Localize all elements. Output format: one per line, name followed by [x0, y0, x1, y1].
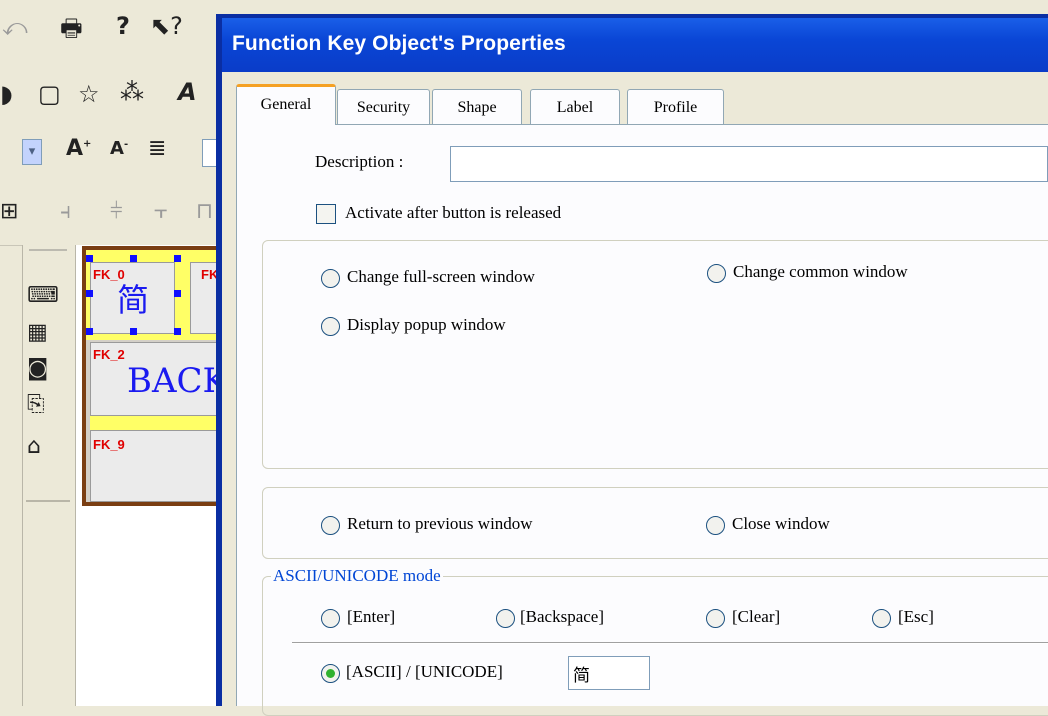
font-size-dropdown-icon[interactable]: ▾: [22, 139, 42, 165]
resize-handle[interactable]: [86, 328, 93, 335]
ascii-unicode-group: [262, 576, 1048, 716]
star-tool-icon[interactable]: ☆: [78, 82, 100, 106]
object-toolbox: [22, 245, 76, 706]
main-toolbar-row-2: ◗ ▢ ☆ ⁂ A: [0, 60, 222, 123]
tab-label: General: [260, 96, 312, 113]
tab-shape[interactable]: Shape: [432, 89, 522, 125]
return-previous-label: Return to previous window: [347, 514, 533, 533]
fk-key-label: FK_9: [93, 437, 125, 452]
align-left-edge-icon[interactable]: ⫞: [60, 201, 71, 223]
window-preview[interactable]: FK_0 简 FK_1 FK_2 BACK FK_9: [82, 246, 233, 506]
resize-handle[interactable]: [130, 255, 137, 262]
tab-security[interactable]: Security: [337, 89, 430, 125]
align-left-icon[interactable]: ≣: [148, 138, 166, 160]
change-common-label: Change common window: [733, 262, 908, 281]
burst-tool-icon[interactable]: ⁂: [120, 80, 144, 104]
resize-handle[interactable]: [130, 328, 137, 335]
help-icon[interactable]: ?: [116, 14, 130, 38]
font-shrink-icon[interactable]: A-: [110, 140, 128, 158]
print-object-icon[interactable]: ⌂: [27, 434, 41, 459]
change-fullscreen-label: Change full-screen window: [347, 267, 535, 286]
fk-key-9[interactable]: FK_9: [90, 430, 230, 502]
tab-label[interactable]: Label: [530, 89, 620, 125]
tab-profile[interactable]: Profile: [627, 89, 724, 125]
shape-tool-icon[interactable]: ◗: [0, 82, 13, 106]
tab-general[interactable]: General: [236, 84, 336, 125]
display-popup-radio[interactable]: [321, 317, 340, 336]
activate-after-release-label: Activate after button is released: [345, 203, 562, 222]
fk-key-2[interactable]: FK_2 BACK: [90, 342, 230, 416]
tab-label: Shape: [457, 99, 497, 116]
description-label: Description :: [315, 152, 404, 171]
enter-key-label: [Enter]: [347, 607, 396, 626]
activate-after-release-checkbox[interactable]: [316, 204, 336, 224]
tab-label: Profile: [653, 99, 698, 116]
text-tool-icon[interactable]: A: [178, 80, 197, 104]
fk-key-0[interactable]: FK_0 简: [90, 262, 175, 334]
font-grow-icon[interactable]: A+: [66, 138, 91, 160]
align-center-icon[interactable]: ⫩: [110, 201, 123, 223]
main-toolbar-row-1: ⤺ 🖶 ? ⬉?: [0, 0, 222, 61]
change-fullscreen-radio[interactable]: [321, 269, 340, 288]
fk-key-text: 简: [117, 281, 150, 319]
tab-label: Label: [556, 99, 594, 116]
fk-key-text: BACK: [127, 361, 228, 401]
return-previous-radio[interactable]: [321, 516, 340, 535]
rectangle-tool-icon[interactable]: ▢: [38, 82, 61, 106]
table-object-icon[interactable]: ▦: [27, 320, 48, 345]
esc-key-label: [Esc]: [898, 607, 934, 626]
fk-key-label: FK_2: [93, 347, 125, 362]
description-input[interactable]: [450, 146, 1048, 182]
main-toolbar-row-3: ▾ A+ A- ≣: [0, 122, 222, 183]
undo-icon[interactable]: ⤺: [2, 15, 28, 39]
ascii-unicode-legend: ASCII/UNICODE mode: [271, 566, 443, 586]
unicode-char-input[interactable]: [568, 656, 650, 690]
display-popup-label: Display popup window: [347, 315, 506, 334]
main-toolbar-row-4: ⊞ ⫞ ⫩ ⫟ ⊓: [0, 182, 222, 246]
backspace-key-label: [Backspace]: [520, 607, 605, 626]
toolbox-divider: [26, 500, 70, 502]
ascii-group-separator: [292, 642, 1048, 644]
resize-handle[interactable]: [86, 290, 93, 297]
align-right-edge-icon[interactable]: ⫟: [154, 201, 167, 223]
data-transfer-icon[interactable]: ⎘: [27, 392, 45, 417]
print-icon[interactable]: 🖶: [60, 16, 83, 40]
distribute-icon[interactable]: ⊓: [196, 201, 213, 223]
ascii-unicode-radio[interactable]: [321, 664, 340, 683]
clear-key-label: [Clear]: [732, 607, 781, 626]
ascii-unicode-label: [ASCII] / [UNICODE]: [346, 662, 503, 681]
recipe-object-icon[interactable]: ◙: [27, 356, 48, 381]
resize-handle[interactable]: [174, 290, 181, 297]
resize-handle[interactable]: [174, 328, 181, 335]
enter-key-radio[interactable]: [321, 609, 340, 628]
resize-handle[interactable]: [174, 255, 181, 262]
dialog-title-bar[interactable]: Function Key Object's Properties: [222, 18, 1048, 72]
close-window-radio[interactable]: [706, 516, 725, 535]
tab-label: Security: [356, 99, 411, 116]
context-help-icon[interactable]: ⬉?: [150, 14, 183, 38]
esc-key-radio[interactable]: [872, 609, 891, 628]
group-icon[interactable]: ⊞: [0, 201, 18, 223]
dialog-title: Function Key Object's Properties: [232, 32, 566, 55]
selection-band: [90, 416, 230, 430]
clear-key-radio[interactable]: [706, 609, 725, 628]
change-common-radio[interactable]: [707, 264, 726, 283]
keypad-object-icon[interactable]: ⌨: [27, 283, 59, 308]
resize-handle[interactable]: [86, 255, 93, 262]
backspace-key-radio[interactable]: [496, 609, 515, 628]
close-window-label: Close window: [732, 514, 830, 533]
